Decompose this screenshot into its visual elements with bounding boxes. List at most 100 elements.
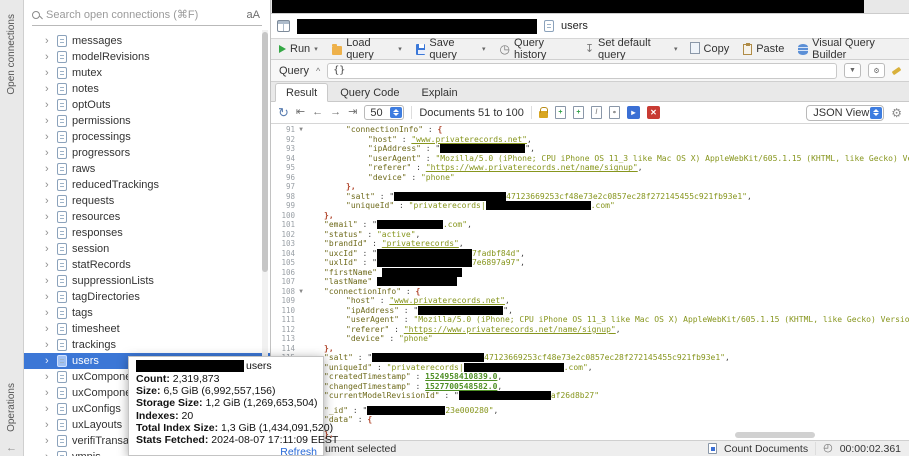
search-input[interactable]: Search open connections (⌘F) aA <box>32 4 262 26</box>
expand-chevron-icon[interactable]: › <box>45 132 52 143</box>
tab-result[interactable]: Result <box>275 83 328 102</box>
first-page-button[interactable]: ⇤ <box>296 107 305 118</box>
expand-chevron-icon[interactable]: › <box>45 180 52 191</box>
count-documents-icon[interactable] <box>708 443 717 454</box>
copy-button[interactable]: Copy <box>692 43 730 55</box>
expand-chevron-icon[interactable]: › <box>45 420 52 431</box>
back-arrow-icon[interactable]: ← <box>6 442 17 454</box>
expand-chevron-icon[interactable]: › <box>45 212 52 223</box>
lock-icon[interactable] <box>539 111 548 118</box>
sidebar-item-statRecords[interactable]: ›statRecords <box>24 257 270 273</box>
compare-documents-icon[interactable]: ▸ <box>627 106 640 119</box>
page-size-select[interactable]: 50 <box>364 105 404 120</box>
visual-query-builder-button[interactable]: Visual Query Builder <box>798 37 901 61</box>
expand-chevron-icon[interactable]: › <box>45 228 52 239</box>
sidebar-item-permissions[interactable]: ›permissions <box>24 113 270 129</box>
sidebar-item-reducedTrackings[interactable]: ›reducedTrackings <box>24 177 270 193</box>
sidebar-item-tags[interactable]: ›tags <box>24 305 270 321</box>
json-result-editor[interactable]: 91▼"connectionInfo" : {92"host" : "www.p… <box>271 124 909 440</box>
expand-chevron-icon[interactable]: › <box>45 372 52 383</box>
expand-chevron-icon[interactable]: › <box>45 388 52 399</box>
edit-document-icon[interactable] <box>591 106 602 119</box>
sidebar-item-messages[interactable]: ›messages <box>24 33 270 49</box>
sidebar-item-session[interactable]: ›session <box>24 241 270 257</box>
fold-toggle-icon[interactable]: ▼ <box>295 288 307 295</box>
query-history-button[interactable]: ◷ Query history <box>500 37 571 61</box>
refresh-stats-link[interactable]: Refresh <box>136 446 317 456</box>
sidebar-item-resources[interactable]: ›resources <box>24 209 270 225</box>
expand-chevron-icon[interactable]: › <box>45 340 52 351</box>
duplicate-document-icon[interactable] <box>573 106 584 119</box>
expand-chevron-icon[interactable]: › <box>45 292 52 303</box>
set-default-query-button[interactable]: ↧ Set default query ▾ <box>585 37 678 61</box>
expand-chevron-icon[interactable]: › <box>45 356 52 367</box>
vertical-tab-operations[interactable]: Operations <box>6 383 17 432</box>
sidebar-item-mutex[interactable]: ›mutex <box>24 65 270 81</box>
sidebar-item-progressors[interactable]: ›progressors <box>24 145 270 161</box>
run-button[interactable]: Run ▾ <box>279 43 318 55</box>
collapse-query-icon[interactable]: ^ <box>316 66 320 76</box>
sidebar-item-modelRevisions[interactable]: ›modelRevisions <box>24 49 270 65</box>
horizontal-scrollbar-thumb[interactable] <box>735 432 815 438</box>
format-brush-icon[interactable] <box>892 66 902 74</box>
next-page-button[interactable]: → <box>330 107 341 118</box>
query-input[interactable]: {} <box>327 63 837 79</box>
match-case-toggle[interactable]: aA <box>247 9 262 21</box>
collection-icon <box>57 275 67 287</box>
code-line: 111"userAgent" : "Mozilla/5.0 (iPhone; C… <box>271 315 909 325</box>
sidebar-item-responses[interactable]: ›responses <box>24 225 270 241</box>
vertical-tab-open-connections[interactable]: Open connections <box>6 14 17 95</box>
save-query-button[interactable]: Save query ▾ <box>416 37 486 61</box>
expand-chevron-icon[interactable]: › <box>45 436 52 447</box>
prev-page-button[interactable]: ← <box>312 107 323 118</box>
expand-chevron-icon[interactable]: › <box>45 36 52 47</box>
code-token: : <box>389 325 403 334</box>
sidebar-scrollbar-thumb[interactable] <box>262 32 268 272</box>
expand-chevron-icon[interactable]: › <box>45 148 52 159</box>
expand-chevron-icon[interactable]: › <box>45 52 52 63</box>
tab-query-code[interactable]: Query Code <box>330 84 409 101</box>
sidebar-item-requests[interactable]: ›requests <box>24 193 270 209</box>
load-query-button[interactable]: Load query ▾ <box>332 37 402 61</box>
expand-chevron-icon[interactable]: › <box>45 164 52 175</box>
sidebar-item-optOuts[interactable]: ›optOuts <box>24 97 270 113</box>
expand-chevron-icon[interactable]: › <box>45 404 52 415</box>
projection-filter-button[interactable]: ▼ <box>844 63 861 78</box>
add-document-icon[interactable] <box>555 106 566 119</box>
expand-chevron-icon[interactable]: › <box>45 324 52 335</box>
expand-chevron-icon[interactable]: › <box>45 100 52 111</box>
expand-chevron-icon[interactable]: › <box>45 116 52 127</box>
paste-button[interactable]: Paste <box>743 43 784 55</box>
gear-icon[interactable]: ⚙ <box>891 107 902 119</box>
expand-chevron-icon[interactable]: › <box>45 244 52 255</box>
delete-document-icon[interactable]: ✕ <box>647 106 660 119</box>
fold-toggle-icon[interactable]: ▼ <box>295 126 307 133</box>
sidebar-item-timesheet[interactable]: ›timesheet <box>24 321 270 337</box>
view-mode-select[interactable]: JSON View <box>806 105 884 121</box>
refresh-icon[interactable]: ↻ <box>278 106 289 119</box>
view-document-icon[interactable] <box>609 106 620 119</box>
line-number: 104 <box>271 249 295 258</box>
expand-chevron-icon[interactable]: › <box>45 196 52 207</box>
count-documents-label[interactable]: Count Documents <box>724 443 808 455</box>
last-page-button[interactable]: ⇥ <box>348 107 357 118</box>
stat-label: Storage Size: <box>136 397 205 409</box>
sidebar-item-suppressionLists[interactable]: ›suppressionLists <box>24 273 270 289</box>
sidebar-item-processings[interactable]: ›processings <box>24 129 270 145</box>
stat-value: 1,3 GiB (1,434,091,520) <box>221 422 333 434</box>
sidebar-item-tagDirectories[interactable]: ›tagDirectories <box>24 289 270 305</box>
expand-chevron-icon[interactable]: › <box>45 84 52 95</box>
expand-chevron-icon[interactable]: › <box>45 308 52 319</box>
sidebar-item-trackings[interactable]: ›trackings <box>24 337 270 353</box>
code-token: : <box>353 415 367 424</box>
page-size-spinner-icon[interactable] <box>390 107 402 118</box>
expand-chevron-icon[interactable]: › <box>45 276 52 287</box>
tab-explain[interactable]: Explain <box>412 84 468 101</box>
sidebar-item-raws[interactable]: ›raws <box>24 161 270 177</box>
sidebar-item-notes[interactable]: ›notes <box>24 81 270 97</box>
expand-chevron-icon[interactable]: › <box>45 452 52 456</box>
view-mode-spinner-icon[interactable] <box>870 107 882 119</box>
query-options-button[interactable]: ⚙ <box>868 63 885 78</box>
expand-chevron-icon[interactable]: › <box>45 68 52 79</box>
expand-chevron-icon[interactable]: › <box>45 260 52 271</box>
